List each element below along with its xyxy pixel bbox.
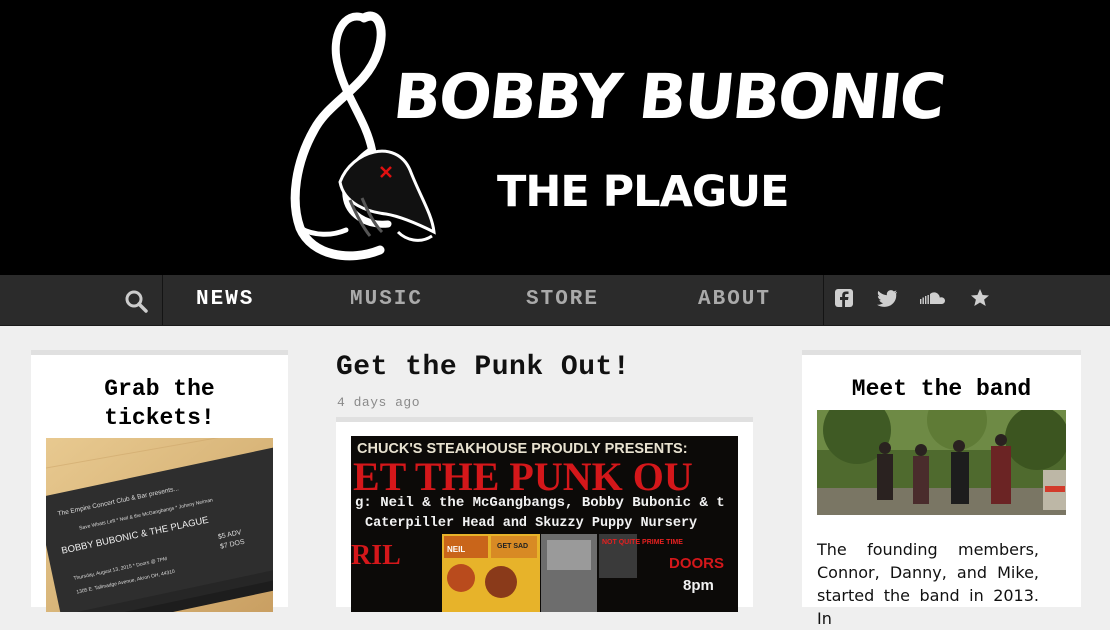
poster-doors-time: 8pm xyxy=(683,577,714,594)
search-icon xyxy=(125,290,148,313)
poster-month: RIL xyxy=(351,540,401,571)
band-logo[interactable]: BOBBY BUBONIC THE PLAGUE xyxy=(0,0,1110,275)
post-card: CHUCK'S STEAKHOUSE PROUDLY PRESENTS: ET … xyxy=(336,417,753,612)
star-icon xyxy=(971,289,989,306)
nav-divider xyxy=(823,275,824,325)
tickets-title: Grab the tickets! xyxy=(104,376,215,431)
nav-item-music[interactable]: MUSIC xyxy=(350,275,423,325)
nav-item-news[interactable]: NEWS xyxy=(196,275,254,325)
twitter-icon xyxy=(877,290,897,307)
post-title[interactable]: Get the Punk Out! xyxy=(336,352,630,383)
nav-item-about[interactable]: ABOUT xyxy=(698,275,771,325)
logo-title: BOBBY BUBONIC xyxy=(390,60,947,133)
logo-subtitle: THE PLAGUE xyxy=(497,167,788,217)
band-about-text: The founding members, Connor, Danny, and… xyxy=(817,540,1039,628)
soundcloud-icon xyxy=(920,292,945,304)
soundcloud-link[interactable] xyxy=(918,288,948,312)
nav-item-store[interactable]: STORE xyxy=(526,275,599,325)
event-poster[interactable]: CHUCK'S STEAKHOUSE PROUDLY PRESENTS: ET … xyxy=(351,436,738,612)
header-banner: BOBBY BUBONIC THE PLAGUE xyxy=(0,0,1110,275)
poster-headline: ET THE PUNK OU xyxy=(353,454,693,499)
nav-divider xyxy=(162,275,163,325)
main-nav: NEWS MUSIC STORE ABOUT xyxy=(0,275,1110,326)
twitter-link[interactable] xyxy=(876,288,900,312)
tickets-image[interactable]: The Empire Concert Club & Bar presents..… xyxy=(46,438,273,612)
poster-sticker: NOT QUITE PRIME TIME xyxy=(602,539,683,546)
post-date: 4 days ago xyxy=(337,395,421,410)
comic-word-1: NEIL xyxy=(447,545,465,554)
facebook-link[interactable] xyxy=(834,288,858,312)
tickets-widget: Grab the tickets! The Empire Concert Clu… xyxy=(31,350,288,612)
comic-word-2: GET SAD xyxy=(497,543,528,550)
band-widget: Meet the band The founding members, Conn… xyxy=(802,350,1081,628)
poster-bands-line2: Caterpiller Head and Skuzzy Puppy Nurser… xyxy=(365,516,697,531)
search-button[interactable] xyxy=(122,288,150,314)
band-photo[interactable] xyxy=(817,410,1066,515)
poster-doors-label: DOORS xyxy=(669,555,724,572)
facebook-icon xyxy=(835,289,853,307)
band-title: Meet the band xyxy=(851,376,1032,402)
favorite-link[interactable] xyxy=(969,288,993,312)
poster-bands-line1: g: Neil & the McGangbangs, Bobby Bubonic… xyxy=(355,495,725,511)
